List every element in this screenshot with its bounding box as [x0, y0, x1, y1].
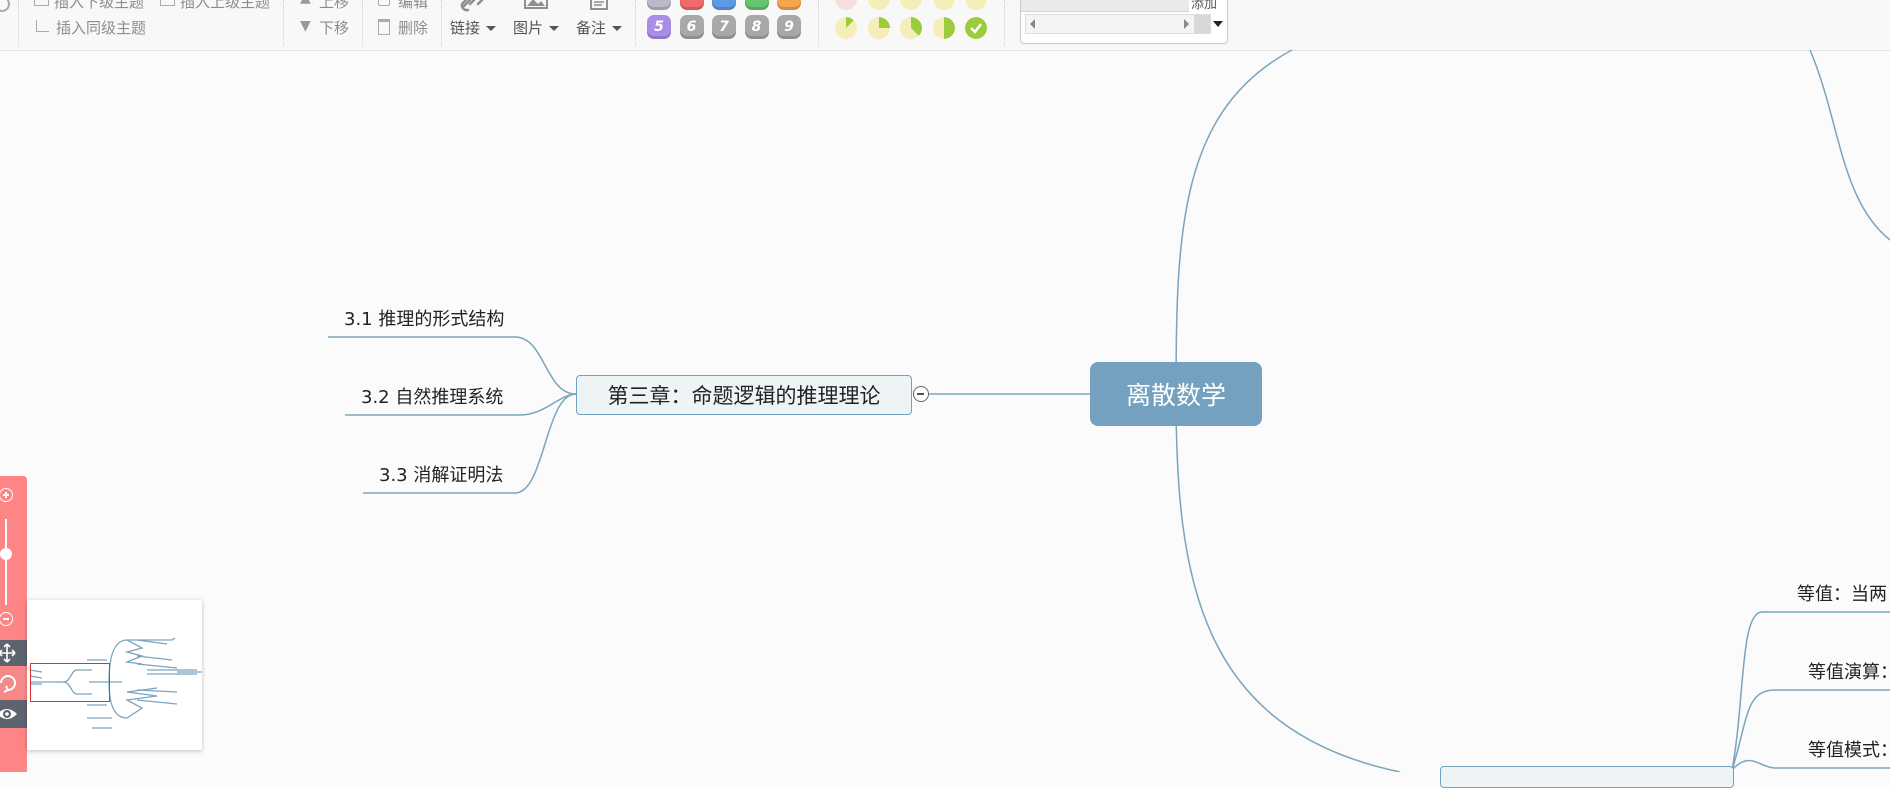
connector-top-right [1809, 49, 1890, 241]
right-topic-1[interactable]: 等值：当两 [1797, 580, 1887, 606]
chapter-node-label: 第三章：命题逻辑的推理理论 [607, 384, 881, 408]
subtopic-node-2[interactable]: 3.2 自然推理系统 [361, 383, 503, 409]
zoom-slider-track[interactable] [5, 519, 7, 605]
root-node[interactable]: 离散数学 [1090, 362, 1262, 426]
chapter-node[interactable]: 第三章：命题逻辑的推理理论 [576, 375, 912, 415]
root-node-label: 离散数学 [1125, 381, 1226, 410]
eye-icon[interactable] [0, 705, 18, 723]
partial-topic-node[interactable] [1440, 766, 1734, 788]
subtopic-node-1[interactable]: 3.1 推理的形式结构 [344, 305, 504, 331]
mindmap-connectors [328, 49, 1890, 772]
minimap[interactable] [27, 600, 202, 750]
subtopic-node-3[interactable]: 3.3 消解证明法 [379, 461, 503, 487]
connector-root-bottom [1175, 393, 1401, 772]
minimap-viewport[interactable] [30, 663, 110, 702]
move-icon[interactable] [0, 643, 17, 663]
right-topic-2[interactable]: 等值演算： [1808, 658, 1890, 684]
connector-root-top [1175, 49, 1293, 395]
refresh-icon[interactable] [0, 672, 19, 694]
collapse-toggle-button[interactable] [913, 386, 929, 402]
zoom-slider-thumb[interactable] [0, 548, 12, 560]
right-topic-3[interactable]: 等值模式： [1808, 736, 1890, 762]
